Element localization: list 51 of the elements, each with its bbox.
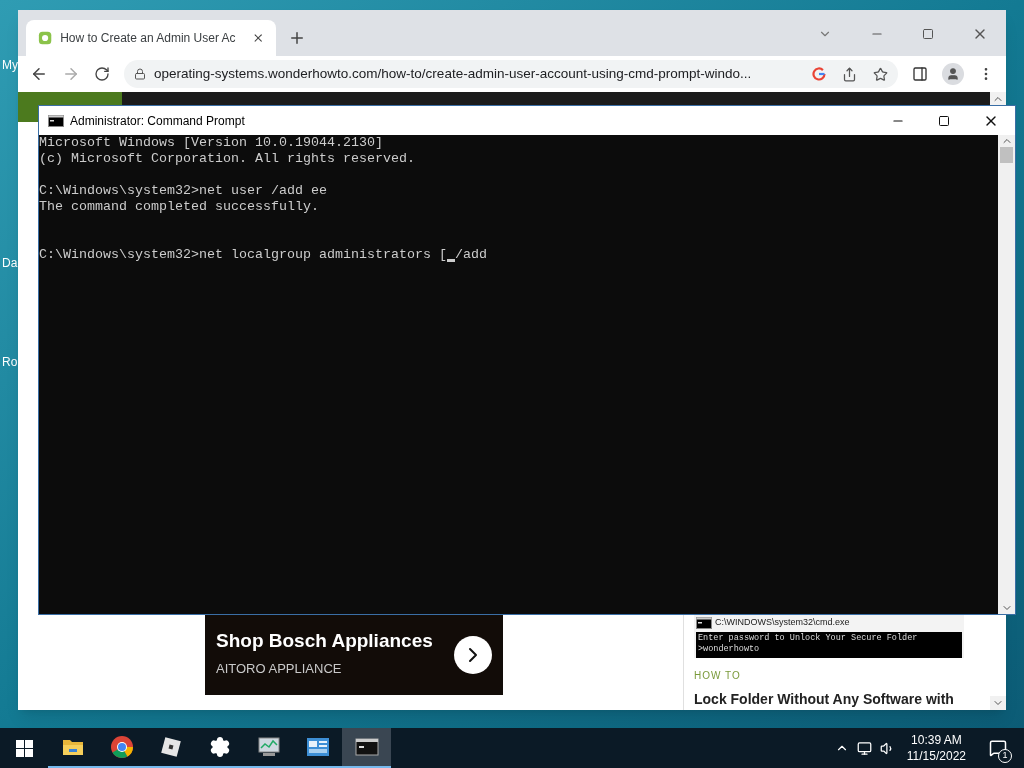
user-icon <box>946 67 960 81</box>
clock[interactable]: 10:39 AM 11/15/2022 <box>902 732 970 764</box>
lock-icon <box>134 68 146 80</box>
windows-icon <box>15 739 33 757</box>
console-icon <box>48 114 64 127</box>
side-panel-icon[interactable] <box>912 66 928 82</box>
scrollbar[interactable] <box>998 135 1015 614</box>
console-icon <box>354 738 379 756</box>
desktop-icon-label[interactable]: Ro <box>2 355 18 369</box>
article-title[interactable]: Lock Folder Without Any Software with <box>694 689 983 710</box>
ad-advertiser: AITORO APPLIANCE <box>216 660 343 679</box>
console-output: Microsoft Windows [Version 10.0.19044.2130] (c) Microsoft Corporation. All rights reserved. C:\Windows\system32>net user /add ee The command completed successfully. <box>39 135 416 215</box>
profile-avatar[interactable] <box>942 63 964 85</box>
taskbar-app-button[interactable] <box>342 728 391 768</box>
clock-time: 10:39 AM <box>911 732 962 748</box>
address-bar[interactable]: operating-systems.wonderhowto.com/how-to/create-admin-user-account-using-cmd-prompt-windo... <box>124 60 898 88</box>
clock-date: 11/15/2022 <box>906 748 966 764</box>
scroll-up-button[interactable] <box>990 92 1006 106</box>
notification-count: 1 <box>998 749 1012 763</box>
star-icon[interactable] <box>873 66 888 82</box>
browser-tab[interactable]: How to Create an Admin User Ac <box>26 20 276 56</box>
control-panel-icon <box>305 737 330 757</box>
new-tab-icon[interactable] <box>288 29 306 47</box>
folder-icon <box>61 738 84 756</box>
notification-button[interactable]: 1 <box>978 728 1018 768</box>
scroll-thumb[interactable] <box>1000 147 1013 163</box>
settings-icon <box>208 736 231 758</box>
url-text: operating-systems.wonderhowto.com/how-to/create-admin-user-account-using-cmd-prompt-windo... <box>154 64 753 83</box>
desktop-icon-label[interactable]: Da <box>2 256 18 270</box>
share-icon[interactable] <box>842 66 857 82</box>
monitor-chart-icon <box>256 736 281 758</box>
cursor-icon <box>446 259 455 262</box>
next-button[interactable] <box>454 635 492 674</box>
tab-title: How to Create an Admin User Ac <box>60 30 236 47</box>
network-icon[interactable] <box>856 740 872 756</box>
console-icon <box>696 617 712 629</box>
thumbnail-window-title: C:\WINDOWS\system32\cmd.exe <box>715 616 850 630</box>
console-prompt-text: /add <box>454 247 487 263</box>
console-prompt-line: C:\Windows\system32>net localgroup administrators [ <box>39 247 447 263</box>
site-logo-icon <box>38 30 53 46</box>
ad-title: Shop Bosch Appliances <box>216 630 434 653</box>
google-icon[interactable] <box>812 67 826 81</box>
reload-icon[interactable] <box>94 66 110 82</box>
back-icon[interactable] <box>30 65 48 83</box>
ad-card[interactable]: Shop Bosch Appliances AITORO APPLIANCE <box>205 614 503 695</box>
thumbnail-console-line: Enter password to Unlock Your Secure Folder <box>698 633 919 644</box>
chrome-icon <box>109 735 134 759</box>
maximize-icon[interactable] <box>938 114 950 127</box>
thumbnail-console-line: >wonderhowto <box>698 644 761 655</box>
window-title: Administrator: Command Prompt <box>70 112 245 130</box>
notification-icon <box>989 739 1007 757</box>
